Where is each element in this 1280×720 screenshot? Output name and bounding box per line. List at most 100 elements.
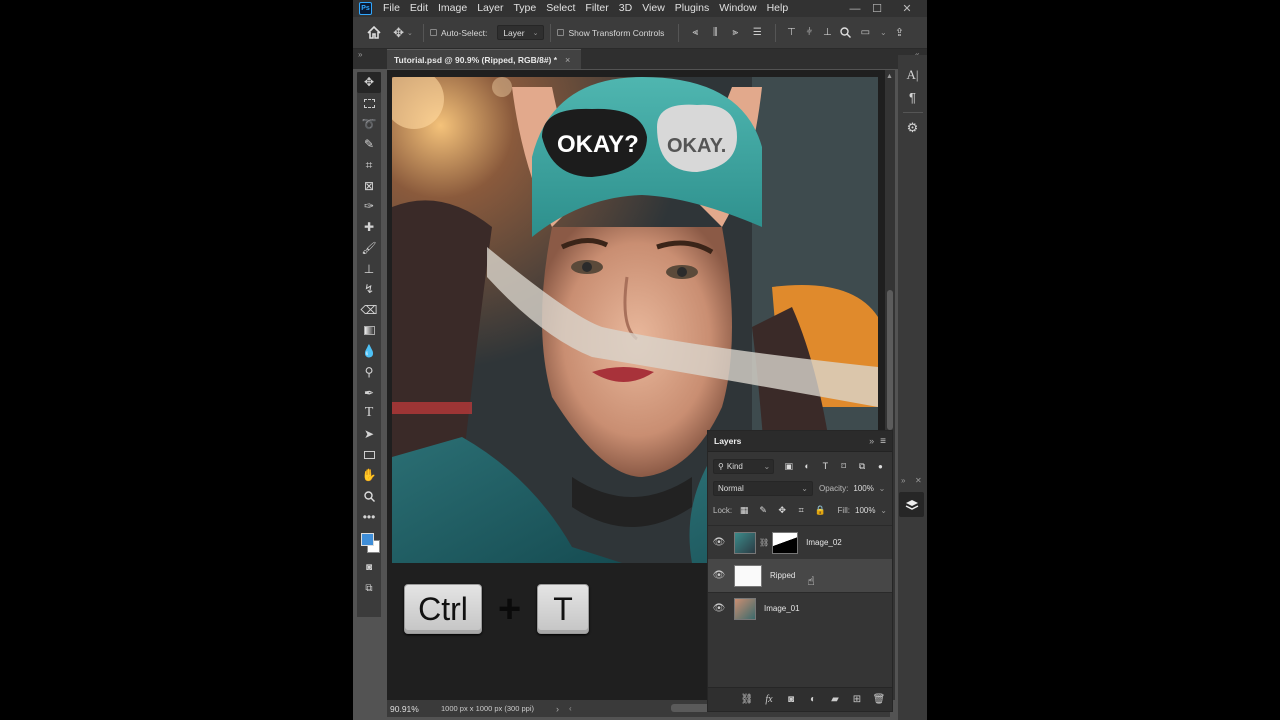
layer-name[interactable]: Image_02 <box>806 538 842 547</box>
gradient-tool-icon[interactable] <box>357 320 381 341</box>
align-bottom-icon[interactable]: ⊥ <box>818 27 836 38</box>
menu-window[interactable]: Window <box>714 0 761 17</box>
visibility-eye-icon[interactable]: 👁 <box>708 603 730 614</box>
layer-style-fx-icon[interactable]: fx <box>762 694 776 705</box>
auto-select-checkbox[interactable] <box>430 29 437 36</box>
adjustment-layer-icon[interactable]: ◐ <box>806 694 820 705</box>
layer-image-02[interactable]: 👁 ⛓ Image_02 <box>708 526 892 559</box>
blur-tool-icon[interactable]: 💧 <box>357 341 381 362</box>
paragraph-panel-icon[interactable]: ¶ <box>898 86 927 108</box>
menu-layer[interactable]: Layer <box>472 0 508 17</box>
workspace-icon[interactable]: ▭ <box>854 27 876 38</box>
menu-select[interactable]: Select <box>541 0 580 17</box>
layer-mask-thumbnail[interactable] <box>772 531 799 554</box>
rectangle-tool-icon[interactable] <box>357 444 381 465</box>
history-brush-tool-icon[interactable]: ↯ <box>357 279 381 300</box>
hand-tool-icon[interactable]: ✋ <box>357 465 381 486</box>
character-panel-icon[interactable]: A| <box>898 64 927 86</box>
scrollbar-thumb[interactable] <box>887 290 893 430</box>
more-tools-icon[interactable]: ••• <box>357 506 381 527</box>
layer-name[interactable]: Image_01 <box>764 604 800 613</box>
scroll-up-icon[interactable]: ▲ <box>886 73 893 80</box>
share-icon[interactable]: ⇪ <box>890 26 908 39</box>
close-dock-icon[interactable]: ✕ <box>915 476 922 485</box>
horizontal-scrollbar-thumb[interactable] <box>671 704 711 712</box>
filter-adjustment-icon[interactable]: ◐ <box>800 459 813 473</box>
quick-selection-tool-icon[interactable]: ✎ <box>357 134 381 155</box>
marquee-tool-icon[interactable] <box>357 93 381 114</box>
clone-stamp-tool-icon[interactable]: ⊥ <box>357 258 381 279</box>
visibility-eye-icon[interactable]: 👁 <box>708 570 730 581</box>
layers-panel-title[interactable]: Layers <box>714 436 741 446</box>
distribute-icon[interactable]: ☰ <box>745 27 769 38</box>
lock-image-icon[interactable]: ✎ <box>756 503 770 517</box>
type-tool-icon[interactable]: T <box>357 403 381 424</box>
new-group-folder-icon[interactable]: ▰ <box>828 694 842 705</box>
add-mask-icon[interactable]: ◙ <box>784 694 798 705</box>
filter-shape-icon[interactable]: ⌑ <box>837 459 850 473</box>
expand-panels-icon[interactable]: » <box>901 476 905 485</box>
close-window-button[interactable]: ✕ <box>895 0 919 17</box>
opacity-field[interactable]: 100% ⌄ <box>853 484 885 493</box>
document-tab[interactable]: Tutorial.psd @ 90.9% (Ripped, RGB/8#) * … <box>387 49 581 69</box>
frame-tool-icon[interactable]: ⊠ <box>357 175 381 196</box>
align-center-icon[interactable]: ⫼ <box>705 27 725 38</box>
link-layers-icon[interactable]: ⛓ <box>740 694 754 705</box>
align-middle-icon[interactable]: ⫩ <box>800 27 818 38</box>
filter-toggle-icon[interactable]: ● <box>874 459 887 473</box>
foreground-color-swatch[interactable] <box>361 533 374 547</box>
menu-view[interactable]: View <box>637 0 670 17</box>
menu-file[interactable]: File <box>378 0 405 17</box>
dodge-tool-icon[interactable]: ⚲ <box>357 362 381 383</box>
menu-edit[interactable]: Edit <box>405 0 433 17</box>
visibility-eye-icon[interactable]: 👁 <box>708 537 730 548</box>
layers-panel-icon[interactable] <box>899 492 924 517</box>
eraser-tool-icon[interactable]: ⌫ <box>357 300 381 321</box>
collapse-icon[interactable]: » <box>869 436 874 446</box>
menu-filter[interactable]: Filter <box>580 0 613 17</box>
eyedropper-tool-icon[interactable]: ✑ <box>357 196 381 217</box>
align-top-icon[interactable]: ⊤ <box>782 27 800 38</box>
screen-mode-icon[interactable]: ⧉ <box>357 578 381 599</box>
search-icon[interactable] <box>836 27 854 38</box>
lasso-tool-icon[interactable]: ➰ <box>357 113 381 134</box>
filter-pixel-icon[interactable]: ▣ <box>782 459 795 473</box>
crop-tool-icon[interactable]: ⌗ <box>357 155 381 176</box>
adjustments-panel-icon[interactable]: ⚙ <box>898 117 927 139</box>
zoom-level[interactable]: 90.91% <box>387 704 435 714</box>
auto-select-dropdown[interactable]: Layer ⌄ <box>497 25 545 40</box>
filter-type-icon[interactable]: T <box>819 459 832 473</box>
menu-plugins[interactable]: Plugins <box>670 0 714 17</box>
chevron-down-icon[interactable]: ⌄ <box>876 28 890 37</box>
layer-image-01[interactable]: 👁 Image_01 <box>708 592 892 625</box>
menu-help[interactable]: Help <box>762 0 794 17</box>
pen-tool-icon[interactable]: ✒ <box>357 382 381 403</box>
filter-smart-object-icon[interactable]: ⧉ <box>855 459 868 473</box>
mask-link-icon[interactable]: ⛓ <box>759 538 769 547</box>
lock-all-icon[interactable]: 🔒 <box>813 503 827 517</box>
collapse-toolbar-icon[interactable]: » <box>358 50 362 59</box>
home-icon[interactable] <box>359 26 389 39</box>
maximize-button[interactable]: ☐ <box>865 0 889 17</box>
healing-brush-tool-icon[interactable]: ✚ <box>357 217 381 238</box>
filter-kind-dropdown[interactable]: ⚲ Kind ⌄ <box>713 458 775 474</box>
lock-artboard-icon[interactable]: ⌗ <box>794 503 808 517</box>
panel-menu-icon[interactable]: ≡ <box>880 436 886 447</box>
brush-tool-icon[interactable]: 🖌 <box>357 238 381 259</box>
menu-3d[interactable]: 3D <box>614 0 637 17</box>
delete-layer-trash-icon[interactable]: 🗑 <box>872 694 886 705</box>
move-tool-icon[interactable]: ✥ <box>357 72 381 93</box>
menu-image[interactable]: Image <box>433 0 472 17</box>
zoom-tool-icon[interactable] <box>357 486 381 507</box>
align-left-icon[interactable]: ⫷ <box>685 27 705 38</box>
status-menu-arrow[interactable]: › <box>556 704 559 714</box>
new-layer-icon[interactable]: ⊞ <box>850 694 864 705</box>
path-selection-tool-icon[interactable]: ➤ <box>357 424 381 445</box>
blend-mode-dropdown[interactable]: Normal ⌄ <box>713 480 813 496</box>
align-right-icon[interactable]: ⫸ <box>725 27 745 38</box>
minimize-button[interactable]: — <box>843 0 867 17</box>
fill-field[interactable]: 100% ⌄ <box>855 506 887 515</box>
layer-name[interactable]: Ripped <box>770 571 795 580</box>
lock-transparent-icon[interactable]: ▦ <box>737 503 751 517</box>
quick-mask-icon[interactable]: ◙ <box>357 557 381 578</box>
